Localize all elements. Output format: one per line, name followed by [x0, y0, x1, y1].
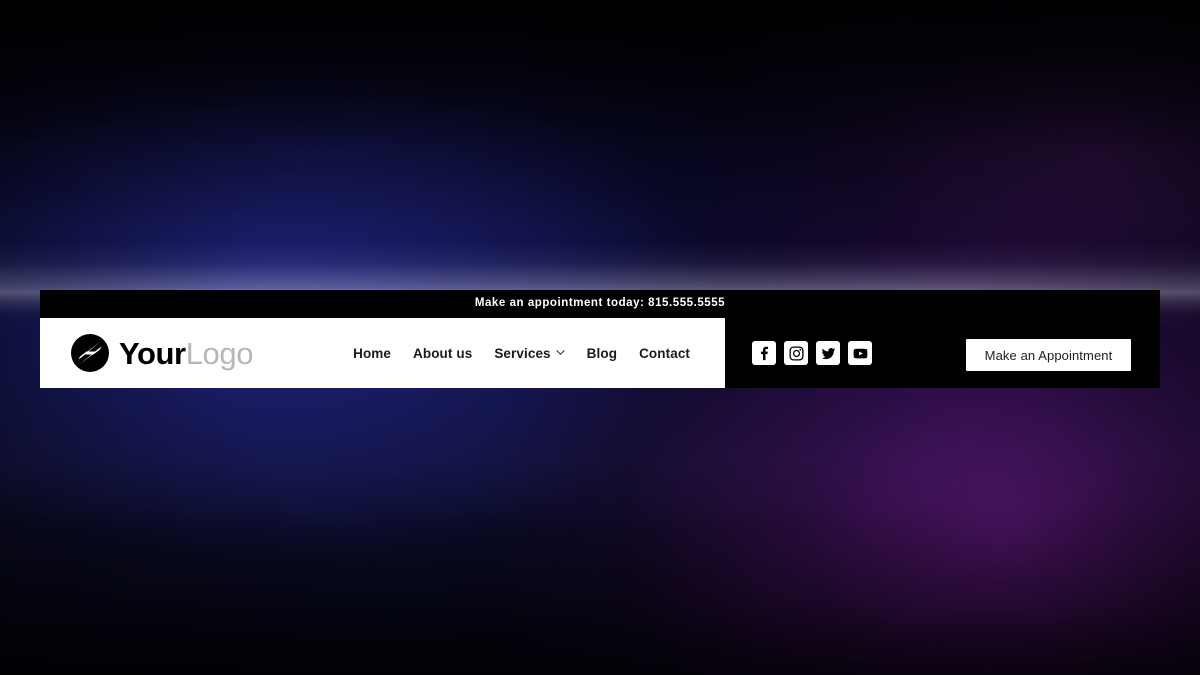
nav-item-home[interactable]: Home: [353, 346, 391, 361]
social-link-instagram[interactable]: [784, 341, 808, 365]
nav-item-blog[interactable]: Blog: [587, 346, 617, 361]
nav-item-contact-label: Contact: [639, 345, 691, 361]
navigation-bar: Your Logo Home About us Services Blog Co…: [40, 318, 1160, 388]
navigation-left-panel: Your Logo Home About us Services Blog Co…: [40, 318, 725, 388]
primary-navigation: Home About us Services Blog Contact: [353, 346, 690, 361]
navigation-right-panel: Make an Appointment: [725, 318, 1160, 388]
instagram-icon: [788, 345, 804, 361]
nav-item-contact[interactable]: Contact: [639, 346, 690, 361]
facebook-icon: [760, 346, 768, 360]
make-an-appointment-button[interactable]: Make an Appointment: [966, 339, 1131, 371]
twitter-icon: [821, 347, 835, 359]
youtube-icon: [853, 348, 867, 358]
nav-item-home-label: Home: [353, 345, 392, 361]
announcement-text: Make an appointment today: 815.555.5555: [474, 297, 726, 310]
announcement-bar: Make an appointment today: 815.555.5555: [40, 290, 1160, 318]
logo-word-primary: Your: [119, 335, 186, 371]
nav-item-services-label: Services: [494, 345, 551, 361]
social-link-youtube[interactable]: [848, 341, 872, 365]
social-links: [752, 341, 872, 365]
nav-item-blog-label: Blog: [586, 345, 618, 361]
social-link-twitter[interactable]: [816, 341, 840, 365]
nav-item-about-us-label: About us: [413, 345, 473, 361]
page-stage: Make an appointment today: 815.555.5555 …: [0, 0, 1200, 675]
logo-word-secondary: Logo: [185, 335, 254, 371]
logo-wordmark: Your Logo: [119, 338, 253, 369]
site-header: Make an appointment today: 815.555.5555 …: [40, 290, 1160, 388]
social-link-facebook[interactable]: [752, 341, 776, 365]
chevron-down-icon: [556, 348, 565, 357]
nav-item-about-us[interactable]: About us: [413, 346, 472, 361]
circle-slash-logo-icon: [71, 334, 109, 372]
nav-item-services[interactable]: Services: [494, 345, 565, 361]
site-logo[interactable]: Your Logo: [70, 333, 253, 373]
